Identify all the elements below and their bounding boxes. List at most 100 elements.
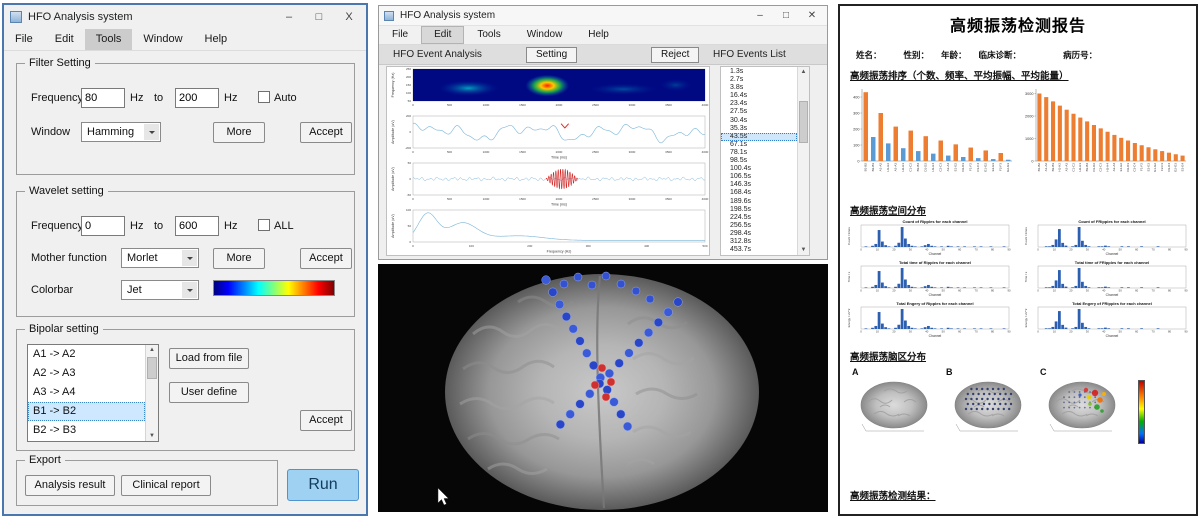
viewer-menu-help[interactable]: Help [575, 26, 622, 44]
bipolar-accept-button[interactable]: Accept [300, 410, 352, 431]
chevron-down-icon[interactable] [144, 124, 159, 140]
brain-view-a: A [852, 367, 938, 441]
viewer-menu-window[interactable]: Window [514, 26, 576, 44]
bipolar-channel-option[interactable]: A2 -> A3 [28, 364, 145, 383]
scroll-down-icon[interactable]: ▼ [146, 431, 158, 441]
filter-more-button[interactable]: More [213, 122, 265, 143]
settings-menu-window[interactable]: Window [132, 29, 193, 50]
minimize-icon[interactable]: – [747, 10, 773, 21]
hfo-event-item[interactable]: 106.5s [721, 173, 797, 181]
hfo-event-item[interactable]: 256.5s [721, 222, 797, 230]
close-icon[interactable]: X [334, 11, 364, 23]
hfo-event-item[interactable]: 198.5s [721, 206, 797, 214]
hfo-event-item[interactable]: 35.3s [721, 125, 797, 133]
scroll-thumb[interactable] [147, 357, 157, 379]
window-select[interactable]: Hamming [81, 122, 161, 142]
bipolar-scrollbar[interactable]: ▲ ▼ [145, 345, 158, 441]
bipolar-channel-option[interactable]: B1 -> B2 [28, 402, 145, 421]
hfo-event-item[interactable]: 189.6s [721, 198, 797, 206]
run-button[interactable]: Run [287, 469, 359, 501]
hfo-event-item[interactable]: 2.7s [721, 76, 797, 84]
maximize-icon[interactable]: □ [773, 10, 799, 21]
hfo-event-item[interactable]: 100.4s [721, 165, 797, 173]
hfo-event-item[interactable]: 224.5s [721, 214, 797, 222]
hfo-event-item[interactable]: 298.4s [721, 230, 797, 238]
setting-button[interactable]: Setting [526, 47, 577, 63]
svg-text:E1-E2: E1-E2 [954, 163, 958, 172]
settings-menu-tools[interactable]: Tools [85, 29, 133, 50]
bipolar-channel-option[interactable]: B2 -> B3 [28, 421, 145, 440]
reject-button[interactable]: Reject [651, 47, 699, 63]
hfo-event-item[interactable]: 3.8s [721, 84, 797, 92]
hfo-event-item[interactable]: 312.8s [721, 238, 797, 246]
hfo-event-item[interactable]: 30.4s [721, 117, 797, 125]
svg-text:20: 20 [1069, 248, 1073, 252]
viewer-menu-edit[interactable]: Edit [421, 26, 464, 44]
scroll-down-icon[interactable]: ▼ [798, 245, 809, 255]
bipolar-channel-list[interactable]: A1 -> A2A2 -> A3A3 -> A4B1 -> B2B2 -> B3… [27, 344, 159, 442]
svg-text:80: 80 [991, 248, 995, 252]
hfo-event-item[interactable]: 43.5s [721, 133, 797, 141]
wavelet-accept-button[interactable]: Accept [300, 248, 352, 269]
chevron-down-icon[interactable] [182, 250, 197, 266]
settings-menu-edit[interactable]: Edit [44, 29, 85, 50]
hfo-event-item[interactable]: 146.3s [721, 181, 797, 189]
bipolar-channel-option[interactable]: A1 -> A2 [28, 345, 145, 364]
hfo-event-item[interactable]: 27.5s [721, 108, 797, 116]
auto-checkbox[interactable] [258, 91, 270, 103]
svg-text:0: 0 [1037, 330, 1039, 334]
svg-text:C2-C3: C2-C3 [1099, 163, 1103, 172]
svg-text:2500: 2500 [592, 197, 599, 201]
hfo-event-item[interactable]: 1.3s [721, 68, 797, 76]
filter-accept-button[interactable]: Accept [300, 122, 352, 143]
scroll-up-icon[interactable]: ▲ [146, 345, 158, 355]
svg-text:50: 50 [1119, 330, 1123, 334]
events-scrollbar[interactable]: ▲ ▼ [797, 67, 809, 255]
clinical-report-button[interactable]: Clinical report [121, 475, 211, 496]
brain-distribution-row: A B C [840, 365, 1196, 444]
mother-function-select[interactable]: Morlet [121, 248, 199, 268]
svg-text:70: 70 [1152, 330, 1156, 334]
brain-label-b: B [946, 367, 1032, 377]
filter-freq-high-input[interactable] [175, 88, 219, 108]
viewer-menu-file[interactable]: File [379, 26, 421, 44]
user-define-button[interactable]: User define [169, 382, 249, 403]
analysis-result-button[interactable]: Analysis result [25, 475, 115, 496]
chevron-down-icon[interactable] [182, 282, 197, 298]
hfo-event-item[interactable]: 67.1s [721, 141, 797, 149]
settings-menu-file[interactable]: File [4, 29, 44, 50]
wavelet-more-button[interactable]: More [213, 248, 265, 269]
brain-3d-view[interactable] [378, 264, 828, 512]
colorbar-select-value: Jet [127, 284, 142, 296]
filter-freq-low-input[interactable] [81, 88, 125, 108]
scroll-up-icon[interactable]: ▲ [798, 67, 809, 77]
hfo-events-list[interactable]: 1.3s2.7s3.8s16.4s23.4s27.5s30.4s35.3s43.… [721, 68, 797, 255]
svg-text:3000: 3000 [629, 150, 636, 154]
bipolar-channel-option[interactable]: A3 -> A4 [28, 383, 145, 402]
svg-text:30: 30 [909, 248, 913, 252]
hfo-event-item[interactable]: 78.1s [721, 149, 797, 157]
hfo-event-item[interactable]: 168.4s [721, 189, 797, 197]
svg-text:A1-A2: A1-A2 [879, 163, 883, 172]
close-icon[interactable]: ✕ [799, 10, 825, 21]
hfo-event-item[interactable]: 98.5s [721, 157, 797, 165]
svg-text:Count / times: Count / times [1024, 227, 1028, 245]
scroll-thumb[interactable] [799, 101, 808, 143]
viewer-titlebar[interactable]: HFO Analysis system – □ ✕ [379, 6, 827, 26]
maximize-icon[interactable]: □ [304, 11, 334, 23]
load-from-file-button[interactable]: Load from file [169, 348, 249, 369]
viewer-menu-tools[interactable]: Tools [464, 26, 513, 44]
wavelet-freq-low-input[interactable] [81, 216, 125, 236]
hfo-event-item[interactable]: 453.7s [721, 246, 797, 254]
minimize-icon[interactable]: – [274, 11, 304, 23]
wavelet-freq-high-input[interactable] [175, 216, 219, 236]
svg-text:B3-B4: B3-B4 [1085, 163, 1089, 172]
settings-titlebar[interactable]: HFO Analysis system – □ X [4, 5, 366, 29]
settings-menu-help[interactable]: Help [194, 29, 239, 50]
colorbar-select[interactable]: Jet [121, 280, 199, 300]
svg-text:2000: 2000 [1025, 114, 1033, 118]
all-checkbox[interactable] [258, 219, 270, 231]
hfo-event-item[interactable]: 23.4s [721, 100, 797, 108]
svg-text:Channel: Channel [1106, 334, 1119, 338]
hfo-event-item[interactable]: 16.4s [721, 92, 797, 100]
